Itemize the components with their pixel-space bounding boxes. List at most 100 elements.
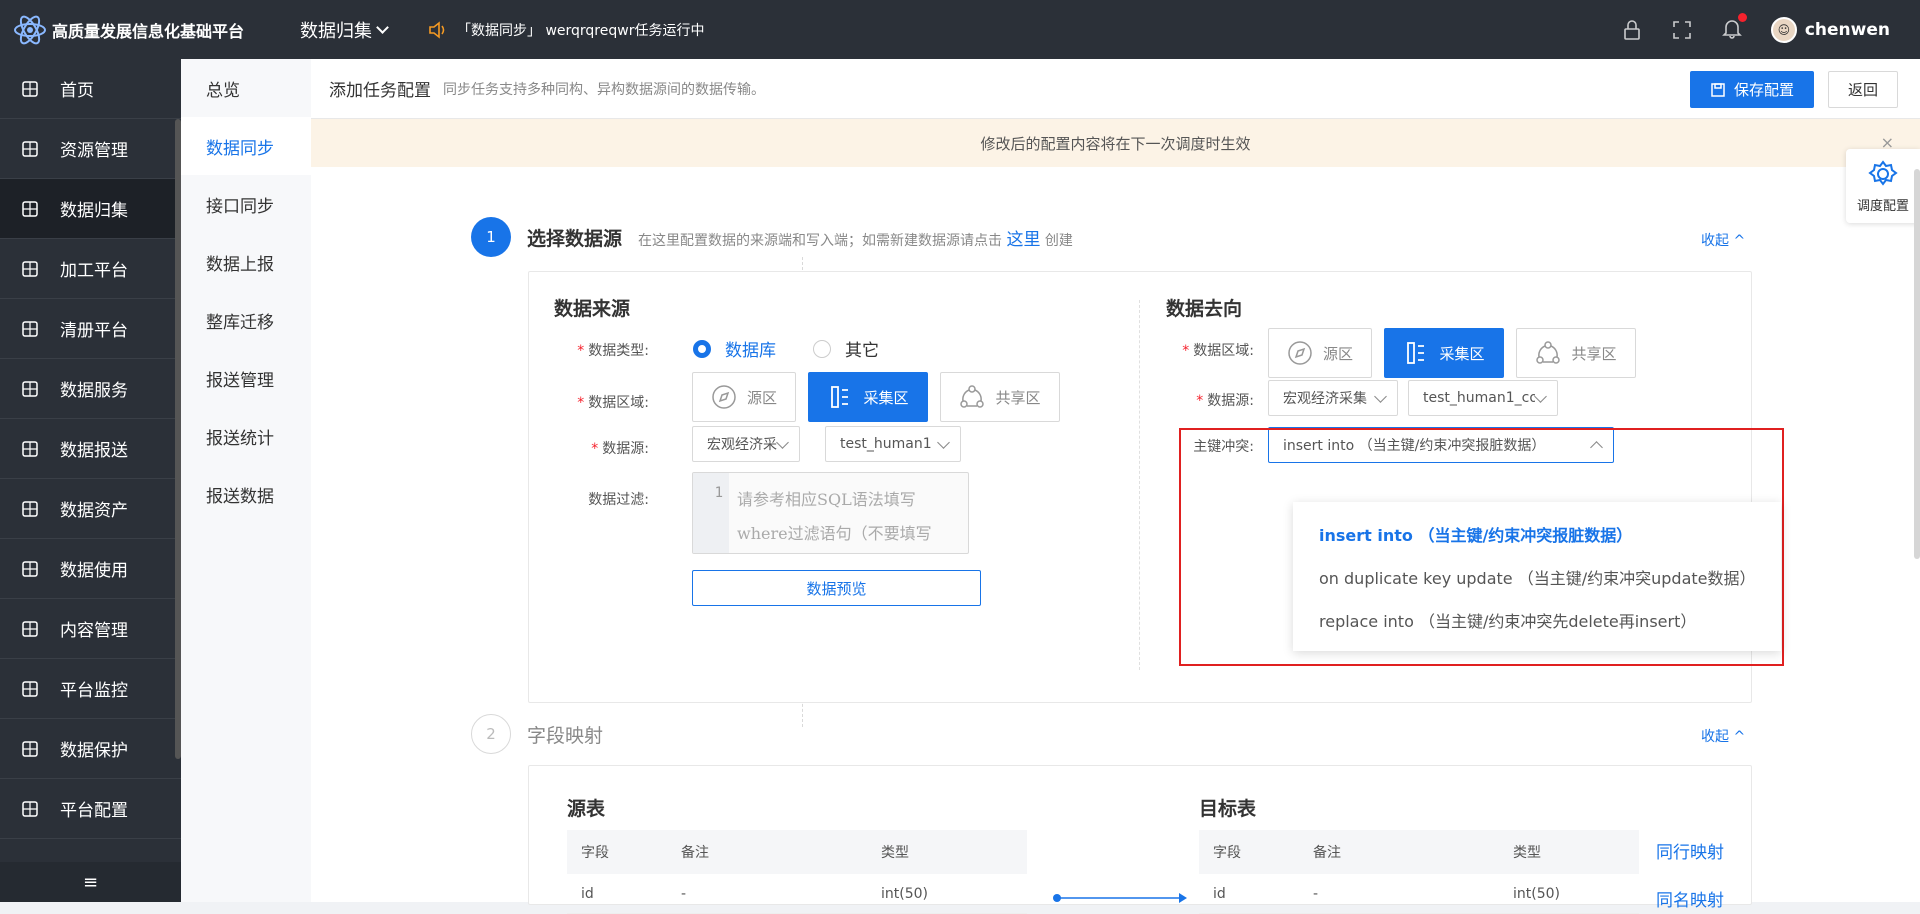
- radio-other[interactable]: 其它: [813, 336, 879, 361]
- sidebar-item-7[interactable]: 数据资产: [0, 479, 181, 539]
- divider: [1139, 300, 1140, 670]
- header-field: 字段: [1213, 845, 1241, 861]
- step-1-number: 1: [471, 217, 511, 257]
- sidebar-item-3[interactable]: 加工平台: [0, 239, 181, 299]
- module-switcher[interactable]: 数据归集: [300, 17, 389, 43]
- data-preview-button[interactable]: 数据预览: [692, 570, 981, 606]
- sidebar-item-label: 数据服务: [60, 381, 128, 401]
- create-datasource-link[interactable]: 这里: [1006, 230, 1040, 250]
- sidebar-item-8[interactable]: 数据使用: [0, 539, 181, 599]
- sidebar: 首页资源管理数据归集加工平台清册平台数据服务数据报送 数据资产 数据使用内容管理平台…: [0, 59, 181, 902]
- sidebar-item-11[interactable]: 数据保护: [0, 719, 181, 779]
- lock-icon[interactable]: [1621, 19, 1643, 41]
- option-replace-into[interactable]: replace into （当主键/约束冲突先delete再insert）: [1293, 598, 1781, 641]
- source-zone-collect[interactable]: 采集区: [808, 372, 928, 422]
- user-menu[interactable]: ☺ chenwen: [1770, 16, 1890, 43]
- sidebar-item-label: 内容管理: [60, 621, 128, 641]
- option-insert-into[interactable]: insert into （当主键/约束冲突报脏数据）: [1293, 512, 1781, 555]
- sidebar-collapse-button[interactable]: ≡: [0, 862, 181, 902]
- conflict-dropdown: insert into （当主键/约束冲突报脏数据） on duplicate …: [1293, 502, 1781, 651]
- sidebar-item-label: 数据保护: [60, 741, 128, 761]
- subnav-item-1[interactable]: 数据同步: [181, 117, 311, 175]
- row-mapping-link[interactable]: 同行映射: [1656, 838, 1724, 863]
- app-title: 高质量发展信息化基础平台: [52, 21, 245, 41]
- sidebar-item-label: 资源管理: [60, 141, 128, 161]
- target-zone-collect[interactable]: 采集区: [1384, 328, 1504, 378]
- sidebar-item-10[interactable]: 平台监控: [0, 659, 181, 719]
- schedule-config-button[interactable]: 调度配置: [1846, 149, 1920, 223]
- step-1-title: 选择数据源: [527, 227, 623, 250]
- chevron-down-icon: [376, 20, 389, 34]
- save-config-button[interactable]: 保存配置: [1690, 71, 1814, 108]
- sidebar-item-6[interactable]: 数据报送: [0, 419, 181, 479]
- process-icon: [22, 260, 38, 277]
- schedule-config-label: 调度配置: [1856, 198, 1909, 214]
- collect-icon: [22, 200, 38, 217]
- step-1-collapse[interactable]: 收起 ^: [1701, 230, 1745, 250]
- cell: id: [581, 885, 594, 902]
- notification-bell[interactable]: [1721, 12, 1747, 43]
- step-2-title: 字段映射: [527, 724, 604, 747]
- source-table-title: 源表: [567, 798, 606, 820]
- subnav-item-2[interactable]: 接口同步: [181, 175, 311, 233]
- subnav-item-0[interactable]: 总览: [181, 59, 311, 117]
- target-table-select[interactable]: test_human1_cop: [1408, 380, 1558, 416]
- name-mapping-link[interactable]: 同名映射: [1656, 886, 1724, 911]
- source-table-select[interactable]: test_human1: [825, 426, 961, 462]
- banner-text: 修改后的配置内容将在下一次调度时生效: [980, 134, 1251, 153]
- shield-icon: [22, 740, 38, 757]
- table-row[interactable]: id - int(50): [567, 874, 1027, 914]
- subnav-item-6[interactable]: 报送统计: [181, 407, 311, 465]
- username: chenwen: [1804, 19, 1890, 40]
- collect-icon: [1407, 342, 1425, 364]
- target-zone-shared[interactable]: 共享区: [1516, 328, 1636, 378]
- chevron-down-icon: [1374, 390, 1387, 403]
- sidebar-item-label: 加工平台: [60, 261, 128, 281]
- step-2-collapse[interactable]: 收起 ^: [1701, 726, 1745, 746]
- source-zone-shared[interactable]: 共享区: [940, 372, 1060, 422]
- sidebar-item-0[interactable]: 首页: [0, 59, 181, 119]
- zone-label: 源区: [746, 388, 777, 407]
- target-zone-source[interactable]: 源区: [1268, 328, 1372, 378]
- source-datasource-select[interactable]: 宏观经济采: [692, 426, 800, 462]
- subnav-item-5[interactable]: 报送管理: [181, 349, 311, 407]
- option-on-duplicate[interactable]: on duplicate key update （当主键/约束冲突update数…: [1293, 555, 1781, 598]
- source-zone-source[interactable]: 源区: [692, 372, 796, 422]
- sidebar-item-2[interactable]: 数据归集: [0, 179, 181, 239]
- source-zone-label-text: 数据区域:: [588, 395, 649, 411]
- table-row[interactable]: id - int(50): [1199, 874, 1639, 914]
- filter-editor[interactable]: 1 请参考相应SQL语法填写where过滤语句（不要填写where关键字）。该过…: [692, 472, 969, 554]
- zone-label: 采集区: [863, 388, 909, 407]
- page-desc: 同步任务支持多种同构、异构数据源间的数据传输。: [443, 81, 765, 98]
- back-button[interactable]: 返回: [1828, 71, 1898, 108]
- subnav-item-3[interactable]: 数据上报: [181, 233, 311, 291]
- subnav-item-4[interactable]: 整库迁移: [181, 291, 311, 349]
- notification-dot: [1737, 12, 1747, 22]
- sidebar-item-4[interactable]: 清册平台: [0, 299, 181, 359]
- step-1-desc: 在这里配置数据的来源端和写入端；如需新建数据源请点击 这里 创建: [638, 225, 1073, 250]
- sidebar-item-1[interactable]: 资源管理: [0, 119, 181, 179]
- step-1-desc-text: 在这里配置数据的来源端和写入端；如需新建数据源请点击: [638, 232, 1003, 249]
- radio-database[interactable]: 数据库: [693, 336, 776, 361]
- step-2-header: 2 字段映射: [471, 714, 603, 754]
- fullscreen-icon[interactable]: [1671, 19, 1693, 41]
- sidebar-item-9[interactable]: 内容管理: [0, 599, 181, 659]
- subnav-item-7[interactable]: 报送数据: [181, 465, 311, 523]
- zone-label: 共享区: [1571, 344, 1617, 363]
- zone-label: 采集区: [1439, 344, 1485, 363]
- target-datasource-select[interactable]: 宏观经济采集: [1268, 380, 1398, 416]
- gear-icon: [1868, 159, 1898, 186]
- sidebar-item-12[interactable]: 平台配置: [0, 779, 181, 839]
- sidebar-item-5[interactable]: 数据服务: [0, 359, 181, 419]
- service-icon: [22, 380, 38, 397]
- mapping-line: [1053, 893, 1187, 903]
- zone-label: 源区: [1322, 344, 1353, 363]
- task-notice[interactable]: 「数据同步」 werqrqreqwr任务运行中: [427, 20, 704, 40]
- info-banner: 修改后的配置内容将在下一次调度时生效 ×: [311, 119, 1920, 167]
- table-header: 字段 备注 类型: [1199, 830, 1639, 874]
- scrollbar[interactable]: [1914, 169, 1920, 559]
- save-icon: [1711, 82, 1725, 97]
- share-icon: [1536, 341, 1561, 364]
- mapping-card: 源表 字段 备注 类型 id - int(50) 目标表 字段 备注 类型 id: [528, 765, 1752, 914]
- app-logo[interactable]: 高质量发展信息化基础平台: [12, 12, 282, 48]
